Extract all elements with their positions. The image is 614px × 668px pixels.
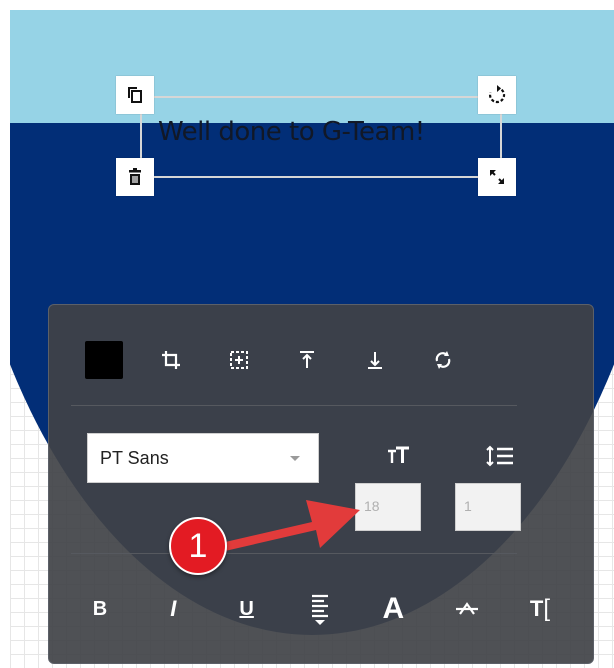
annotation-arrow [208,500,360,554]
step-badge: 1 [169,517,227,575]
